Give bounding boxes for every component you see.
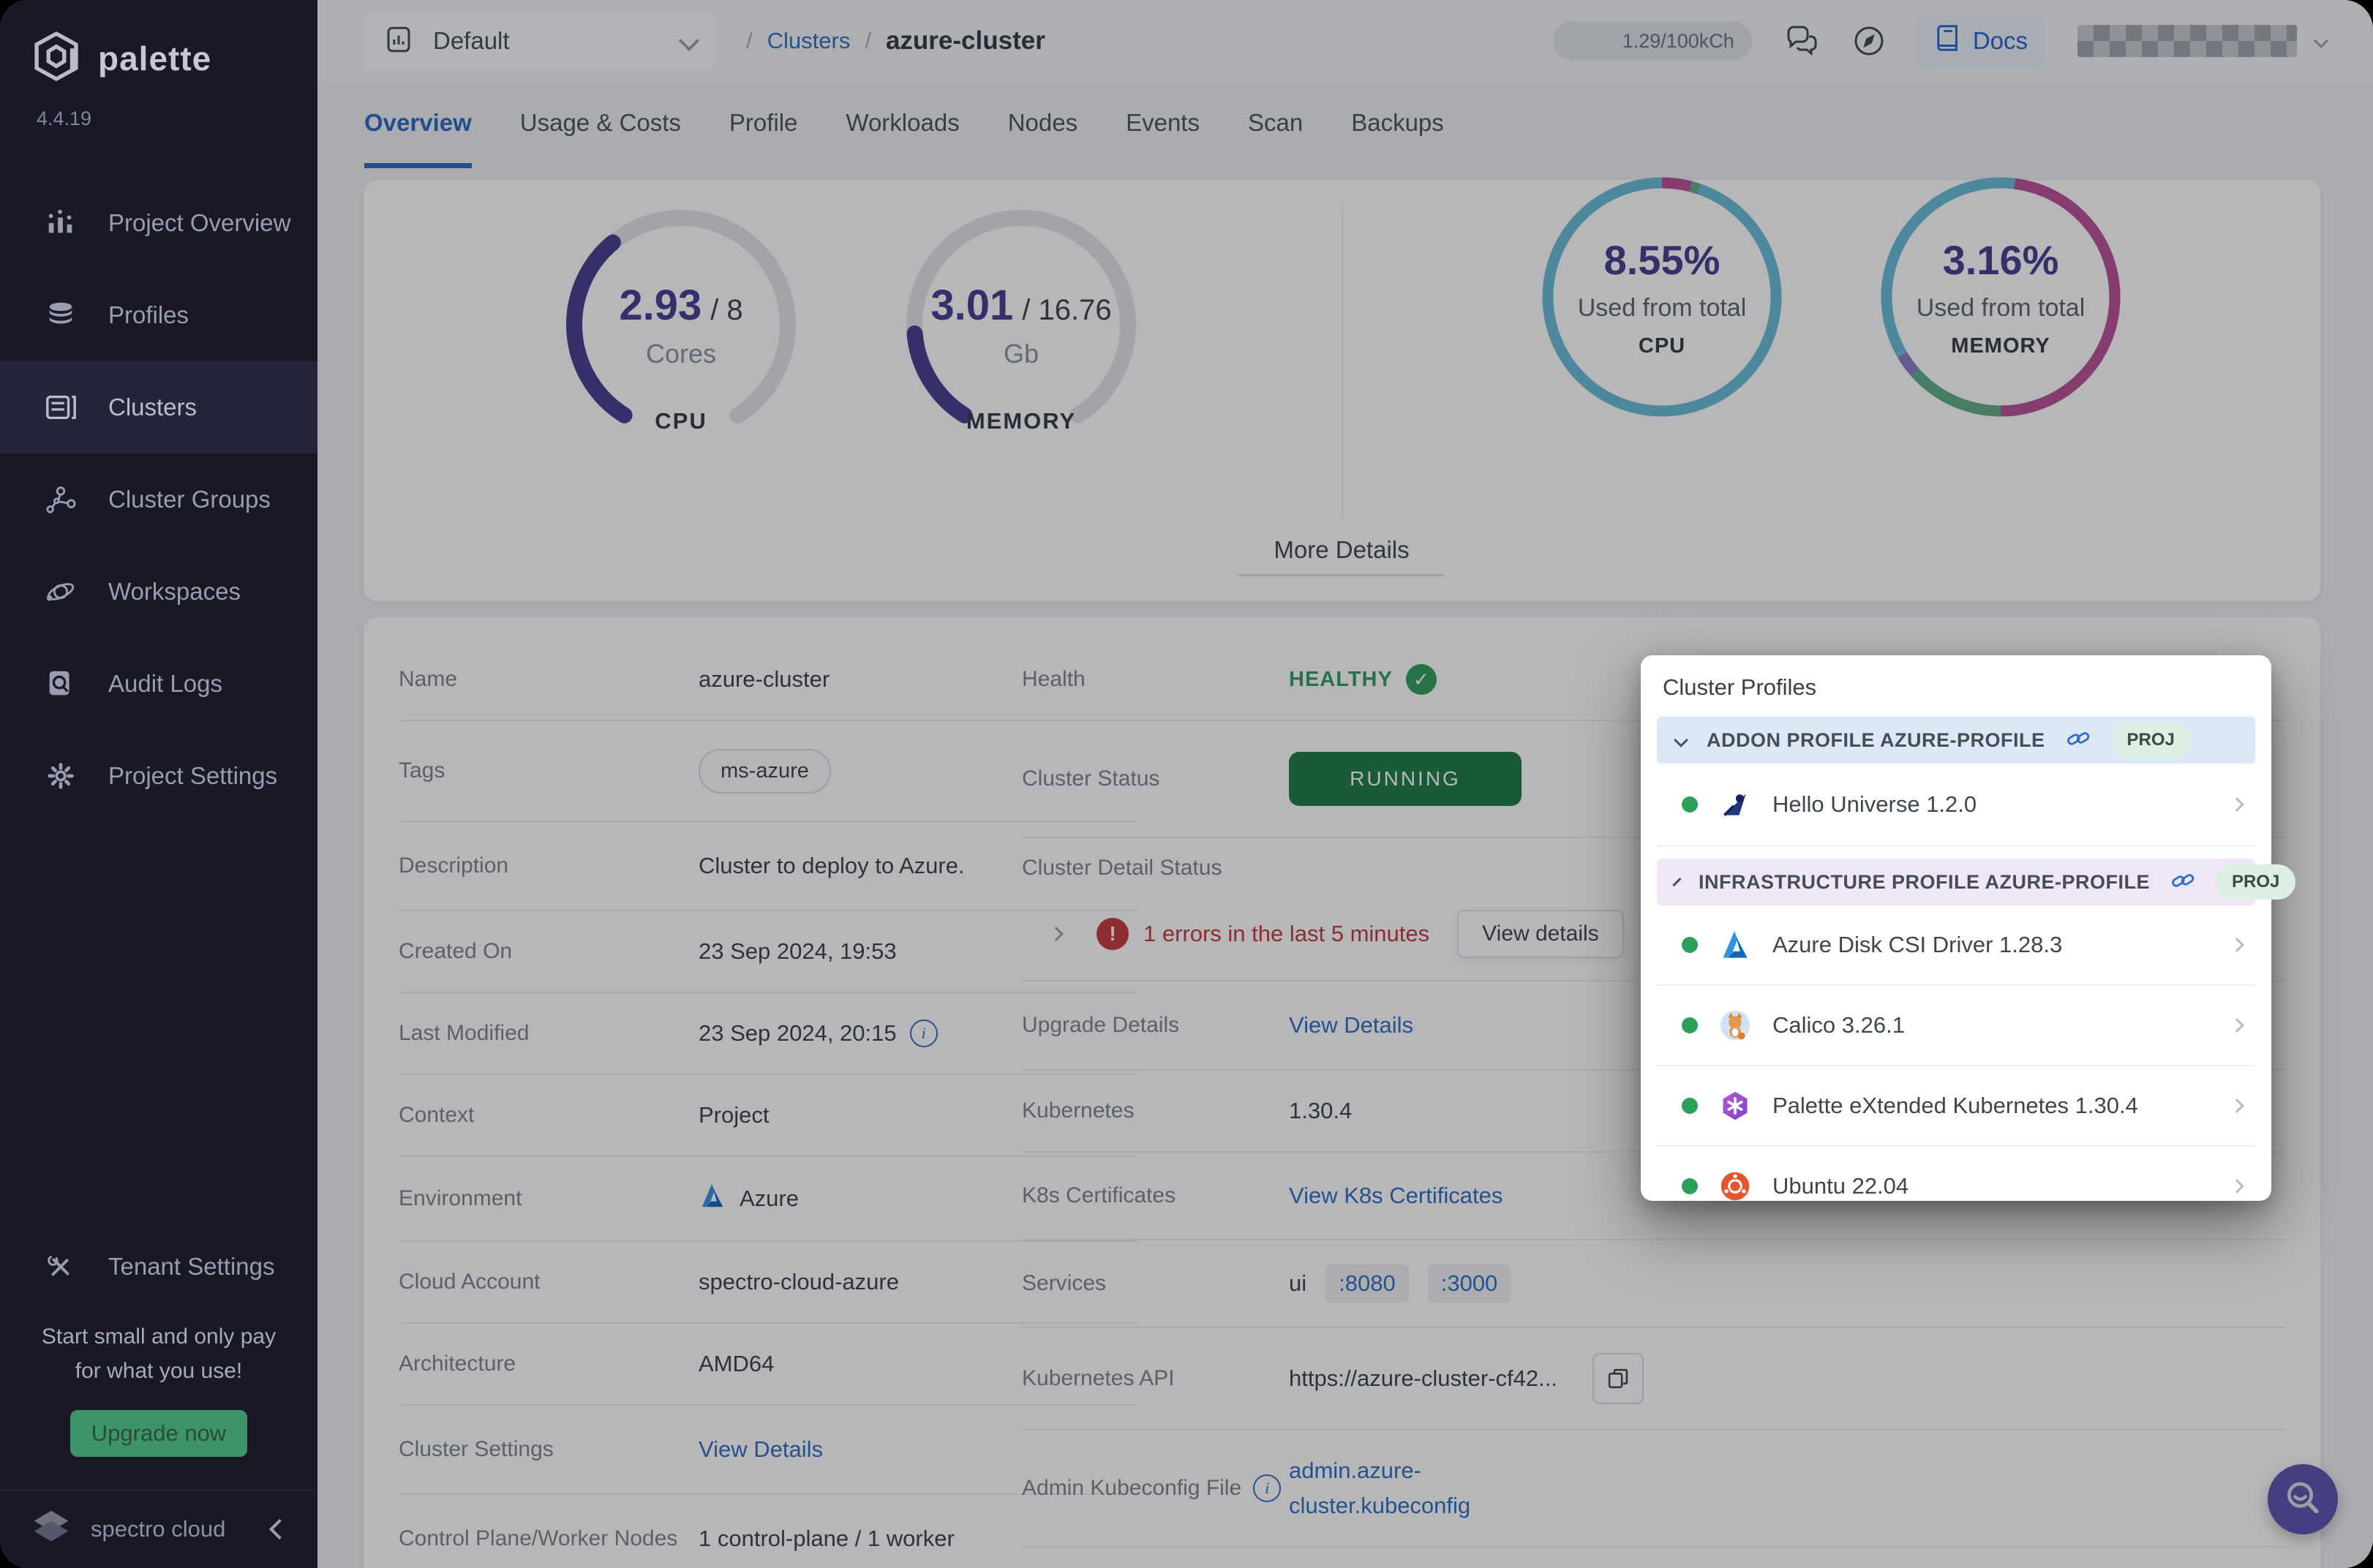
app-version: 4.4.19 [37,108,317,130]
status-dot-green [1682,1098,1698,1114]
chevron-right-icon [2230,1179,2244,1194]
chevron-down-icon [1674,733,1688,747]
hello-universe-icon [1718,788,1752,821]
sidebar-item-label: Project Settings [108,762,277,790]
sidebar-item-label: Audit Logs [108,670,222,698]
sidebar-nav: Project Overview Profiles Clusters Clust… [0,177,317,822]
sidebar-footer: spectro cloud [0,1489,317,1568]
sidebar-item-label: Clusters [108,393,197,421]
chevron-down-icon [1672,878,1681,886]
sidebar-item-tenant-settings[interactable]: Tenant Settings [0,1221,317,1313]
sidebar-item-profiles[interactable]: Profiles [0,269,317,361]
brand-name: palette [98,39,211,78]
upgrade-promo-text: Start small and only pay for what you us… [22,1320,296,1388]
sidebar-item-label: Cluster Groups [108,486,271,513]
chevron-right-icon [2230,1098,2244,1113]
chevron-right-icon [2230,938,2244,952]
workspaces-icon [42,575,79,608]
profile-row-azure-disk[interactable]: Azure Disk CSI Driver 1.28.3 [1657,905,2255,986]
profile-row-hello-universe[interactable]: Hello Universe 1.2.0 [1657,764,2255,847]
status-dot-green [1682,796,1698,813]
addon-profile-section-header[interactable]: ADDON PROFILE AZURE-PROFILE PROJ [1657,717,2255,764]
sidebar-item-project-settings[interactable]: Project Settings [0,730,317,822]
ubuntu-icon [1718,1169,1752,1203]
calico-icon [1718,1009,1752,1042]
project-settings-icon [42,759,79,793]
sidebar-item-label: Tenant Settings [108,1253,275,1281]
sidebar-item-label: Project Overview [108,209,290,237]
spectro-cloud-logo-icon [31,1507,72,1552]
clusters-icon [42,391,79,424]
sidebar-item-clusters[interactable]: Clusters [0,361,317,453]
sidebar-item-audit-logs[interactable]: Audit Logs [0,638,317,730]
profiles-icon [42,298,79,332]
chevron-right-icon [2230,1018,2244,1033]
link-icon [2170,868,2195,897]
project-overview-icon [42,206,79,240]
sidebar-bottom: Tenant Settings Start small and only pay… [0,1221,317,1568]
cluster-profiles-popup: Cluster Profiles ADDON PROFILE AZURE-PRO… [1641,655,2271,1201]
tenant-settings-icon [42,1250,79,1284]
sidebar-item-label: Workspaces [108,578,241,606]
profile-row-calico[interactable]: Calico 3.26.1 [1657,986,2255,1066]
profile-row-pxk[interactable]: Palette eXtended Kubernetes 1.30.4 [1657,1066,2255,1147]
sidebar-item-label: Profiles [108,301,189,329]
footer-brand-name: spectro cloud [91,1516,225,1542]
app-window: palette 4.4.19 Project Overview Profiles… [0,0,2373,1568]
status-dot-green [1682,937,1698,953]
status-dot-green [1682,1178,1698,1194]
popup-title: Cluster Profiles [1663,674,2255,701]
proj-scope-badge: PROJ [2216,864,2295,900]
status-dot-green [1682,1017,1698,1033]
sidebar: palette 4.4.19 Project Overview Profiles… [0,0,317,1568]
sidebar-item-cluster-groups[interactable]: Cluster Groups [0,453,317,546]
infrastructure-profile-section-header[interactable]: INFRASTRUCTURE PROFILE AZURE-PROFILE PRO… [1657,859,2255,905]
audit-logs-icon [42,667,79,701]
azure-icon [1718,928,1752,962]
profile-row-ubuntu[interactable]: Ubuntu 22.04 [1657,1147,2255,1226]
sidebar-item-project-overview[interactable]: Project Overview [0,177,317,269]
sidebar-item-workspaces[interactable]: Workspaces [0,546,317,638]
cluster-groups-icon [42,483,79,516]
upgrade-now-button[interactable]: Upgrade now [70,1410,247,1457]
palette-logo-icon [32,31,80,86]
chevron-right-icon [2230,797,2244,812]
proj-scope-badge: PROJ [2111,723,2191,758]
pxk-icon [1718,1089,1752,1123]
screenshot-root: palette 4.4.19 Project Overview Profiles… [0,0,2373,1568]
brand-logo: palette [32,31,317,86]
collapse-sidebar-icon[interactable] [269,1519,290,1539]
link-icon [2066,726,2091,755]
